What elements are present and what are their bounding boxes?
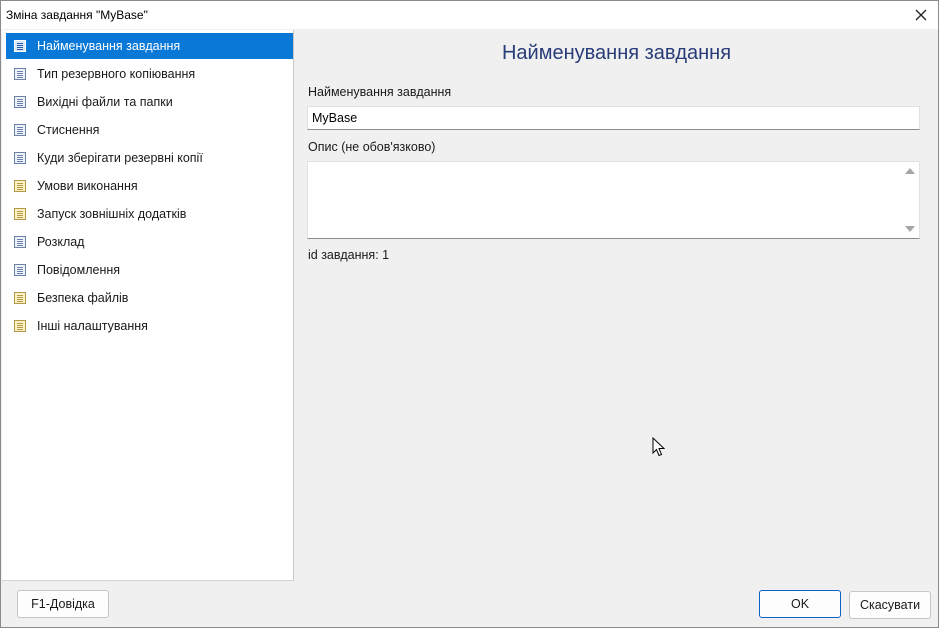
note-icon — [14, 320, 26, 332]
sidebar-item-label: Повідомлення — [37, 263, 121, 277]
sidebar-item-label: Тип резервного копіювання — [37, 67, 196, 81]
sidebar-item-label: Розклад — [37, 235, 85, 249]
sidebar-item-label: Безпека файлів — [37, 291, 129, 305]
cancel-button[interactable]: Скасувати — [849, 591, 931, 619]
sidebar-item-label: Вихідні файли та папки — [37, 95, 173, 109]
mouse-cursor-icon — [652, 436, 666, 460]
document-icon — [14, 68, 26, 80]
task-name-input[interactable] — [307, 106, 920, 130]
sidebar-item-label: Найменування завдання — [37, 39, 181, 53]
scroll-down-arrow-icon[interactable] — [905, 226, 915, 232]
note-icon — [14, 292, 26, 304]
sidebar-item-schedule[interactable]: Розклад — [6, 229, 293, 255]
description-label: Опис (не обов'язково) — [308, 140, 436, 154]
document-icon — [14, 96, 26, 108]
sidebar-item-source-files[interactable]: Вихідні файли та папки — [6, 89, 293, 115]
note-icon — [14, 208, 26, 220]
close-icon[interactable] — [910, 4, 932, 26]
settings-panel: Найменування завдання Найменування завда… — [295, 30, 938, 581]
sidebar-item-label: Куди зберігати резервні копії — [37, 151, 203, 165]
scroll-up-arrow-icon[interactable] — [905, 168, 915, 174]
sidebar-item-label: Інші налаштування — [37, 319, 148, 333]
title-bar[interactable]: Зміна завдання "MyBase" — [1, 1, 938, 29]
settings-sidebar: Найменування завдання Тип резервного коп… — [2, 30, 294, 581]
dialog-footer: F1-Довідка OK Скасувати — [1, 581, 938, 627]
sidebar-item-other-settings[interactable]: Інші налаштування — [6, 313, 293, 339]
sidebar-item-label: Запуск зовнішніх додатків — [37, 207, 187, 221]
document-icon — [14, 124, 26, 136]
page-title: Найменування завдання — [501, 42, 732, 64]
document-icon — [14, 40, 26, 52]
window-title: Зміна завдання "MyBase" — [6, 8, 148, 22]
sidebar-item-label: Стиснення — [37, 123, 100, 137]
sidebar-item-destination[interactable]: Куди зберігати резервні копії — [6, 145, 293, 171]
ok-button[interactable]: OK — [759, 590, 841, 618]
document-icon — [14, 152, 26, 164]
sidebar-item-task-name[interactable]: Найменування завдання — [6, 33, 293, 59]
note-icon — [14, 180, 26, 192]
sidebar-item-notifications[interactable]: Повідомлення — [6, 257, 293, 283]
sidebar-item-compression[interactable]: Стиснення — [6, 117, 293, 143]
sidebar-item-external-apps[interactable]: Запуск зовнішніх додатків — [6, 201, 293, 227]
task-name-label: Найменування завдання — [308, 85, 452, 99]
sidebar-item-label: Умови виконання — [37, 179, 138, 193]
help-button[interactable]: F1-Довідка — [17, 590, 109, 618]
dialog-window: Зміна завдання "MyBase" Найменування зав… — [0, 0, 939, 628]
document-icon — [14, 264, 26, 276]
sidebar-item-backup-type[interactable]: Тип резервного копіювання — [6, 61, 293, 87]
task-id-text: id завдання: 1 — [308, 248, 390, 262]
sidebar-item-run-conditions[interactable]: Умови виконання — [6, 173, 293, 199]
description-textarea[interactable] — [307, 161, 920, 239]
document-icon — [14, 236, 26, 248]
sidebar-item-file-security[interactable]: Безпека файлів — [6, 285, 293, 311]
